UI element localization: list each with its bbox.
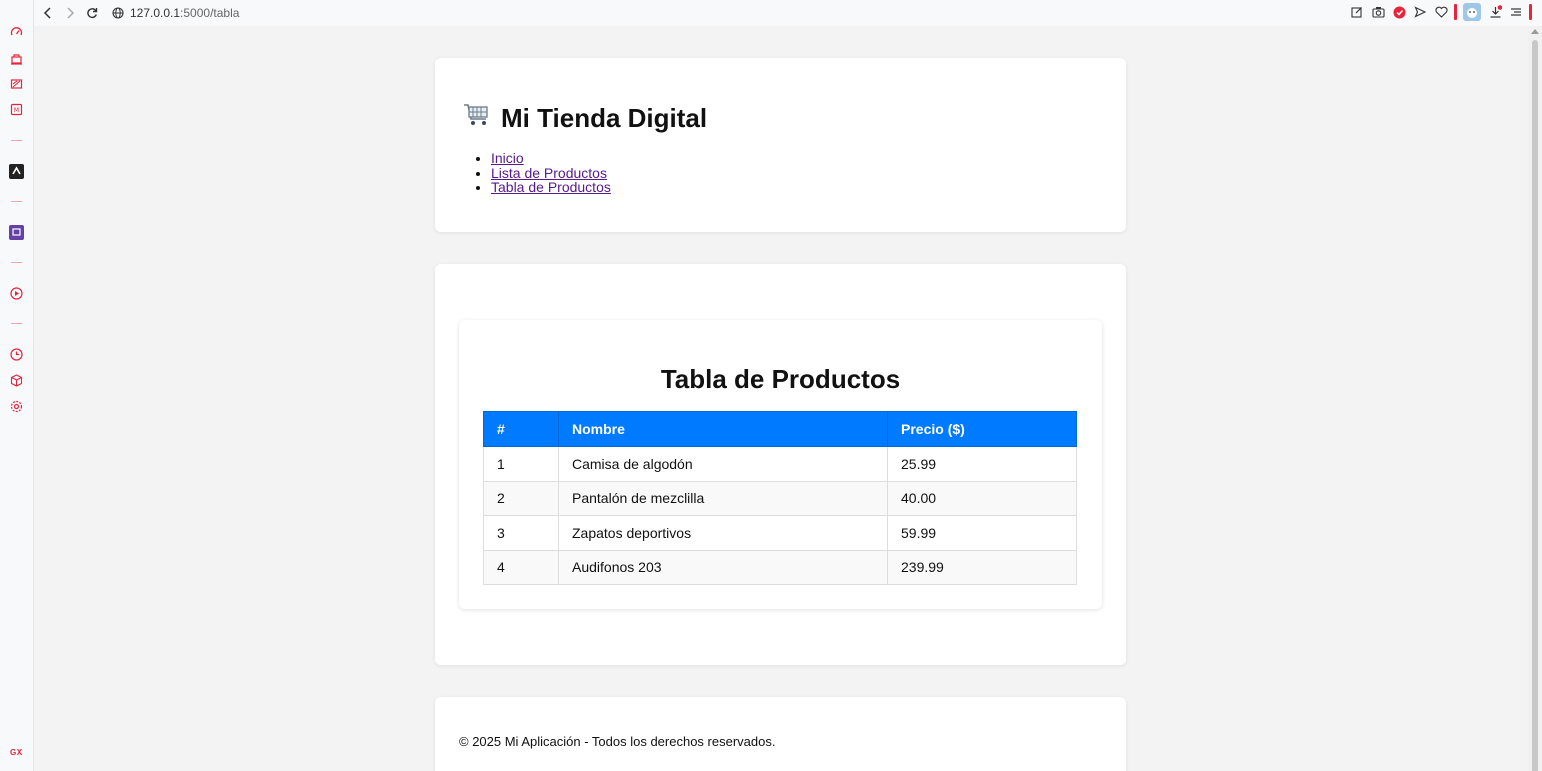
browser-toolbar: 127.0.0.1:5000/tabla xyxy=(34,0,1542,26)
forward-button[interactable] xyxy=(60,3,80,23)
cell-name: Audifonos 203 xyxy=(558,549,888,585)
browser-sidebar: M GX xyxy=(0,0,34,771)
nav-item-inicio: Inicio xyxy=(491,151,611,166)
toolbar-actions xyxy=(1349,3,1532,21)
products-table-heading: Tabla de Productos xyxy=(660,364,901,394)
cell-name: Camisa de algodón xyxy=(558,446,888,482)
products-table: # Nombre Precio ($) 1 Camisa de algodón … xyxy=(483,411,1077,585)
cell-name: Zapatos deportivos xyxy=(558,515,888,551)
address-bar[interactable]: 127.0.0.1:5000/tabla xyxy=(112,6,239,20)
sidebar-separator xyxy=(11,323,22,324)
url-text: 127.0.0.1:5000/tabla xyxy=(130,6,239,20)
site-title-text: Mi Tienda Digital xyxy=(501,103,708,133)
nav-item-tabla-productos: Tabla de Productos xyxy=(491,180,611,195)
cell-id: 1 xyxy=(483,446,559,482)
history-icon[interactable] xyxy=(9,347,24,362)
twitch-icon[interactable] xyxy=(9,225,24,240)
header-card: Mi Tienda Digital Inicio Lista de Produc… xyxy=(435,58,1126,232)
footer-card: © 2025 Mi Aplicación - Todos los derecho… xyxy=(435,697,1126,771)
sidebar-separator xyxy=(11,140,22,141)
main-card: Tabla de Productos # Nombre Precio ($) 1… xyxy=(435,264,1126,665)
settings-gear-icon[interactable] xyxy=(9,399,24,414)
twitch-like-icon[interactable] xyxy=(9,77,24,92)
main-nav: Inicio Lista de Productos Tabla de Produ… xyxy=(491,151,611,195)
footer-text: © 2025 Mi Aplicación - Todos los derecho… xyxy=(459,734,776,749)
page-scrollbar[interactable] xyxy=(1528,26,1542,771)
edit-icon[interactable] xyxy=(1349,3,1365,21)
app-icon[interactable] xyxy=(9,164,24,179)
table-row: 2 Pantalón de mezclilla 40.00 xyxy=(483,480,1077,516)
send-icon[interactable] xyxy=(1412,3,1428,21)
player-icon[interactable] xyxy=(9,286,24,301)
download-icon[interactable] xyxy=(1487,3,1503,21)
cell-name: Pantalón de mezclilla xyxy=(558,480,888,516)
nav-link-tabla-productos[interactable]: Tabla de Productos xyxy=(491,179,611,195)
globe-icon xyxy=(112,7,124,19)
table-row: 1 Camisa de algodón 25.99 xyxy=(483,446,1077,482)
table-header-row: # Nombre Precio ($) xyxy=(483,411,1077,447)
column-header-number: # xyxy=(483,411,559,447)
shopping-icon[interactable] xyxy=(9,51,24,66)
separator-bar xyxy=(1454,4,1457,20)
profile-avatar-icon[interactable] xyxy=(1462,3,1482,21)
cell-id: 3 xyxy=(483,515,559,551)
speed-dial-icon[interactable] xyxy=(9,25,24,40)
reload-button[interactable] xyxy=(82,3,102,23)
cell-price: 239.99 xyxy=(887,549,1077,585)
products-table-card: Tabla de Productos # Nombre Precio ($) 1… xyxy=(459,320,1102,609)
back-button[interactable] xyxy=(38,3,58,23)
camera-icon[interactable] xyxy=(1370,3,1386,21)
nav-item-lista-productos: Lista de Productos xyxy=(491,165,611,181)
cell-id: 4 xyxy=(483,549,559,585)
svg-text:M: M xyxy=(14,107,19,114)
shield-icon[interactable] xyxy=(1391,3,1407,21)
heart-icon[interactable] xyxy=(1433,3,1449,21)
scroll-up-arrow-icon[interactable] xyxy=(1531,29,1539,34)
extensions-cube-icon[interactable] xyxy=(9,373,24,388)
cell-price: 40.00 xyxy=(887,480,1077,516)
table-row: 3 Zapatos deportivos 59.99 xyxy=(483,515,1077,551)
site-title: Mi Tienda Digital xyxy=(463,102,707,135)
scrollbar-thumb[interactable] xyxy=(1532,40,1538,771)
column-header-name: Nombre xyxy=(558,411,888,447)
separator-bar xyxy=(1529,4,1532,20)
gx-logo[interactable]: GX xyxy=(10,748,23,757)
cell-price: 59.99 xyxy=(887,515,1077,551)
cell-price: 25.99 xyxy=(887,446,1077,482)
column-header-price: Precio ($) xyxy=(887,411,1077,447)
sidebar-separator xyxy=(11,201,22,202)
cell-id: 2 xyxy=(483,480,559,516)
shopping-cart-icon xyxy=(463,102,491,135)
menu-icon[interactable] xyxy=(1508,3,1524,21)
sidebar-separator xyxy=(11,262,22,263)
table-row: 4 Audifonos 203 239.99 xyxy=(483,549,1077,585)
url-path: :5000/tabla xyxy=(180,6,240,20)
mail-icon[interactable]: M xyxy=(9,102,24,117)
url-host: 127.0.0.1 xyxy=(130,6,181,20)
